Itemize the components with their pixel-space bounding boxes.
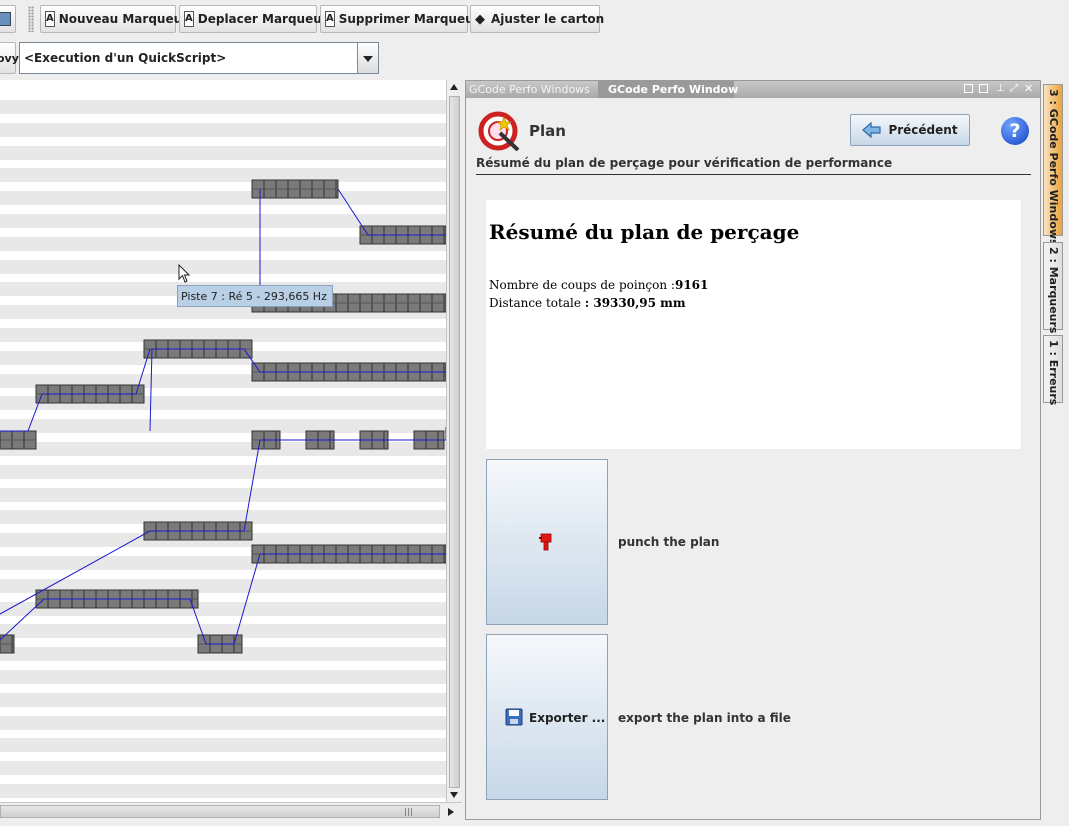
punch-icon — [539, 532, 555, 555]
fit-card-button[interactable]: ◆ Ajuster le carton — [470, 5, 604, 33]
punch-count-row: Nombre de coups de poinçon :9161 — [489, 278, 708, 292]
new-marker-icon: A — [45, 11, 55, 27]
print-icon — [0, 12, 11, 26]
summary-heading: Résumé du plan de perçage — [489, 220, 800, 244]
side-tab-erreurs[interactable]: 1 : Erreurs — [1043, 335, 1063, 406]
toolbar-grip[interactable] — [28, 6, 34, 32]
plan-wizard-icon — [478, 111, 522, 152]
panel-float-icon[interactable]: ⤢ — [1010, 84, 1019, 94]
fit-card-label: Ajuster le carton — [491, 12, 605, 26]
panel-tab-bar: GCode Perfo Windows GCode Perfo Window ⊥… — [466, 81, 1040, 98]
tab-gcode-perfo-windows[interactable]: GCode Perfo Windows — [469, 83, 590, 96]
note-tooltip: Piste 7 : Ré 5 - 293,665 Hz — [177, 285, 333, 307]
panel-close-icon[interactable]: ✕ — [1024, 83, 1033, 94]
side-tab-label-gcode: 3 : GCode Perfo Windows — [1047, 89, 1060, 246]
page-subtitle: Résumé du plan de perçage pour vérificat… — [476, 156, 893, 170]
scroll-right-icon[interactable] — [448, 808, 454, 816]
scroll-thumb-horizontal[interactable] — [0, 805, 440, 818]
punch-description: punch the plan — [618, 535, 720, 549]
distance-row: Distance totale : 39330,95 mm — [489, 296, 686, 310]
delete-marker-button[interactable]: A Supprimer Marqueur — [320, 5, 480, 33]
panel-pin-icon[interactable]: ⊥ — [996, 84, 1005, 94]
summary-box: Résumé du plan de perçage Nombre de coup… — [486, 200, 1021, 449]
print-button[interactable] — [0, 5, 16, 33]
back-button[interactable]: Précédent — [850, 114, 970, 146]
note-block[interactable] — [251, 179, 339, 199]
side-tab-bar: 3 : GCode Perfo Windows 2 : Marqueurs 1 … — [1043, 84, 1065, 824]
fit-icon: ◆ — [475, 11, 485, 27]
panel-maximize-icon[interactable] — [979, 84, 988, 93]
delete-marker-label: Supprimer Marqueur — [338, 12, 480, 26]
note-block[interactable] — [0, 430, 37, 450]
export-button[interactable]: Exporter ... — [486, 634, 608, 800]
arrow-left-icon — [862, 122, 882, 138]
note-link-line — [0, 553, 446, 645]
note-layer — [0, 179, 446, 654]
delete-marker-icon: A — [325, 11, 335, 27]
note-link-line — [149, 348, 446, 432]
punch-count-value: 9161 — [674, 278, 709, 292]
tab-gcode-perfo-window[interactable]: GCode Perfo Window — [608, 83, 738, 96]
back-button-label: Précédent — [888, 123, 958, 137]
scroll-thumb[interactable] — [449, 96, 460, 788]
move-marker-button[interactable]: A Deplacer Marqueur — [179, 5, 328, 33]
scroll-grip-icon — [405, 808, 406, 816]
distance-value: : 39330,95 mm — [584, 296, 686, 310]
gcode-perfo-panel: GCode Perfo Windows GCode Perfo Window ⊥… — [465, 80, 1041, 820]
distance-label: Distance totale — [489, 296, 585, 310]
move-marker-label: Deplacer Marqueur — [197, 12, 328, 26]
partial-button-label: ovy — [0, 51, 19, 65]
page-title: Plan — [529, 122, 566, 140]
panel-tiles-icon[interactable] — [964, 84, 973, 93]
score-view[interactable]: Piste 7 : Ré 5 - 293,665 Hz — [0, 80, 446, 802]
punch-button[interactable] — [486, 459, 608, 625]
divider — [476, 174, 1031, 175]
side-tab-marqueurs[interactable]: 2 : Marqueurs — [1043, 242, 1063, 334]
export-button-label: Exporter ... — [529, 711, 606, 725]
scroll-up-icon[interactable] — [450, 84, 458, 90]
cursor-icon — [178, 263, 192, 287]
new-marker-label: Nouveau Marqueur — [58, 12, 189, 26]
move-marker-icon: A — [184, 11, 194, 27]
vertical-scrollbar[interactable] — [446, 80, 462, 802]
help-icon[interactable]: ? — [1001, 117, 1029, 145]
scroll-down-icon[interactable] — [450, 792, 458, 798]
punch-count-label: Nombre de coups de poinçon : — [489, 278, 675, 292]
toolbar: A Nouveau Marqueur A Deplacer Marqueur A… — [0, 0, 1069, 38]
quickscript-combo[interactable]: <Execution d'un QuickScript> — [19, 42, 379, 74]
new-marker-button[interactable]: A Nouveau Marqueur — [40, 5, 188, 33]
horizontal-scrollbar[interactable] — [0, 802, 462, 820]
side-tab-label-marqueurs: 2 : Marqueurs — [1047, 247, 1060, 334]
quickscript-value: <Execution d'un QuickScript> — [24, 51, 227, 65]
chevron-down-icon[interactable] — [357, 43, 378, 73]
side-tab-gcode-perfo-windows[interactable]: 3 : GCode Perfo Windows — [1043, 84, 1063, 246]
side-tab-label-erreurs: 1 : Erreurs — [1047, 340, 1060, 406]
save-icon — [505, 708, 523, 726]
export-description: export the plan into a file — [618, 711, 791, 725]
partial-button[interactable]: ovy — [0, 42, 19, 74]
